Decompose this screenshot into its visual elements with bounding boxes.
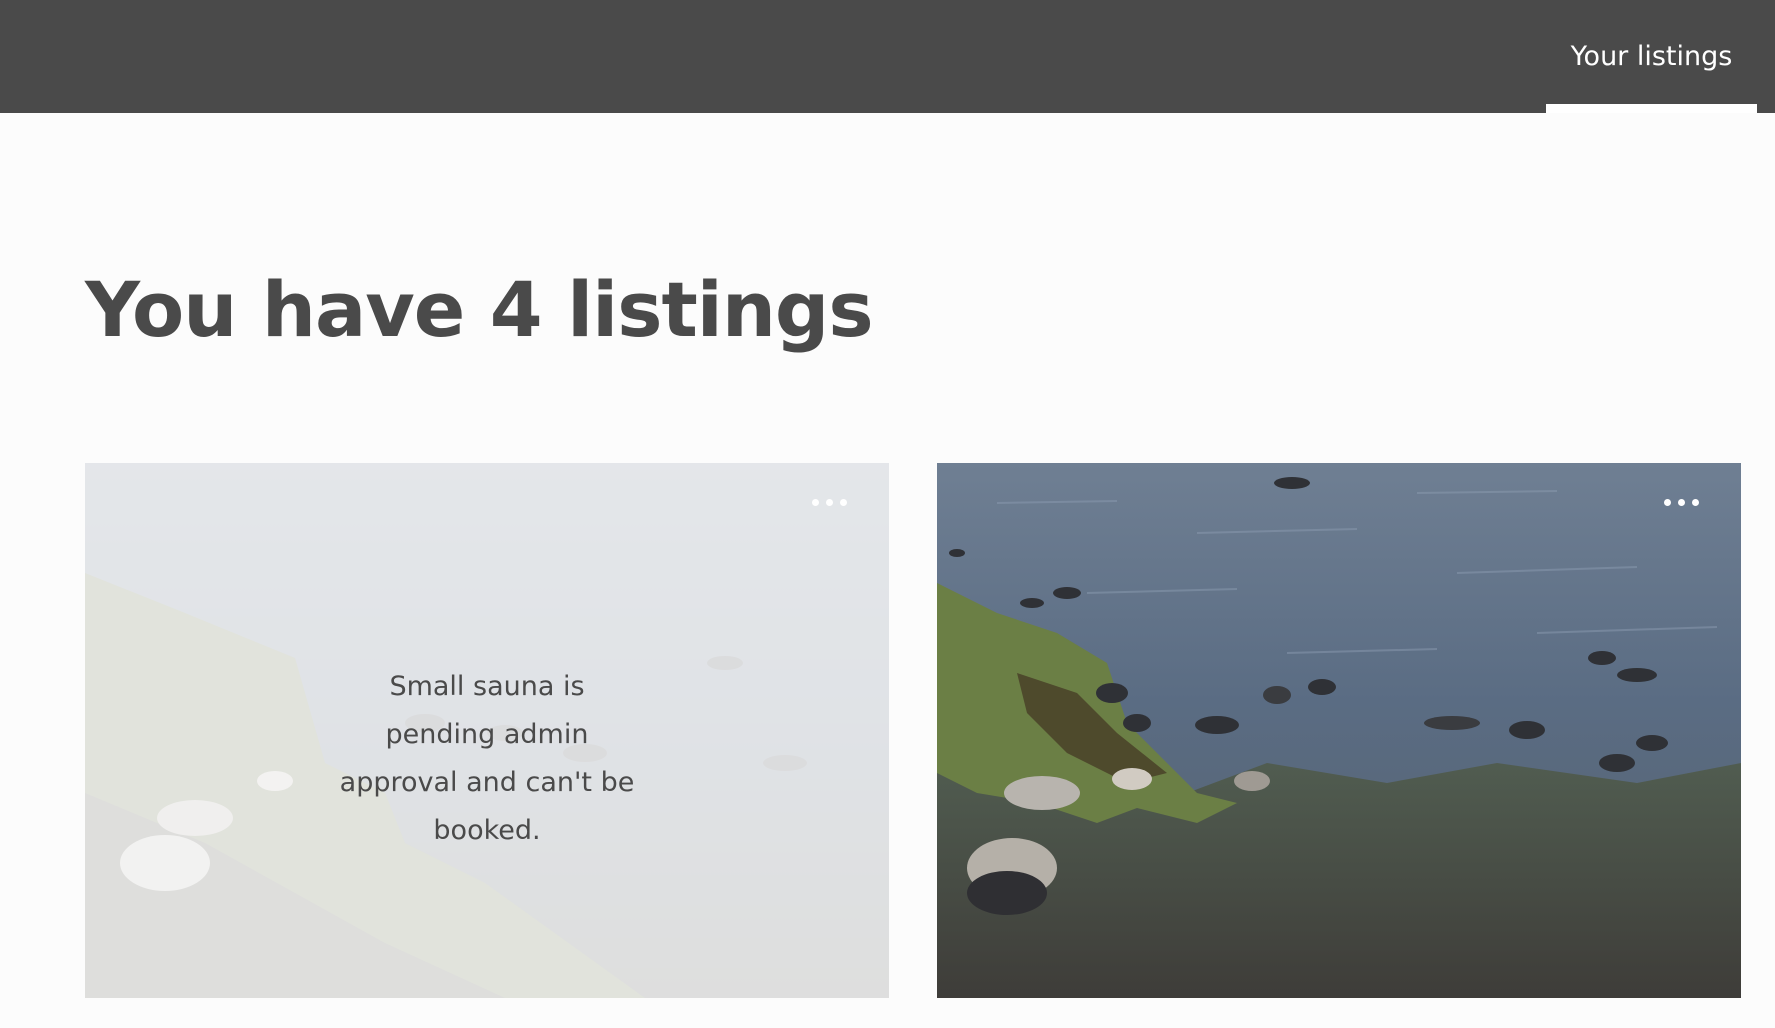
dot bbox=[1664, 498, 1671, 506]
tab-label: Your listings bbox=[1570, 41, 1733, 72]
pending-status-message: Small sauna is pending admin approval an… bbox=[339, 671, 635, 846]
listing-card[interactable] bbox=[937, 463, 1741, 998]
more-dots-icon[interactable] bbox=[809, 490, 849, 514]
dot bbox=[812, 498, 819, 506]
dot bbox=[1692, 498, 1699, 506]
dot bbox=[1678, 498, 1685, 506]
tab-your-listings[interactable]: Your listings bbox=[1546, 0, 1757, 113]
dot bbox=[826, 498, 833, 506]
listing-card[interactable]: Small sauna is pending admin approval an… bbox=[85, 463, 889, 998]
more-dots-icon[interactable] bbox=[1661, 490, 1701, 514]
top-bar: Your listings bbox=[0, 0, 1775, 113]
active-tab-indicator bbox=[1546, 104, 1757, 113]
listing-photo bbox=[937, 463, 1741, 998]
dot bbox=[840, 498, 847, 506]
page-title: You have 4 listings bbox=[85, 265, 874, 354]
